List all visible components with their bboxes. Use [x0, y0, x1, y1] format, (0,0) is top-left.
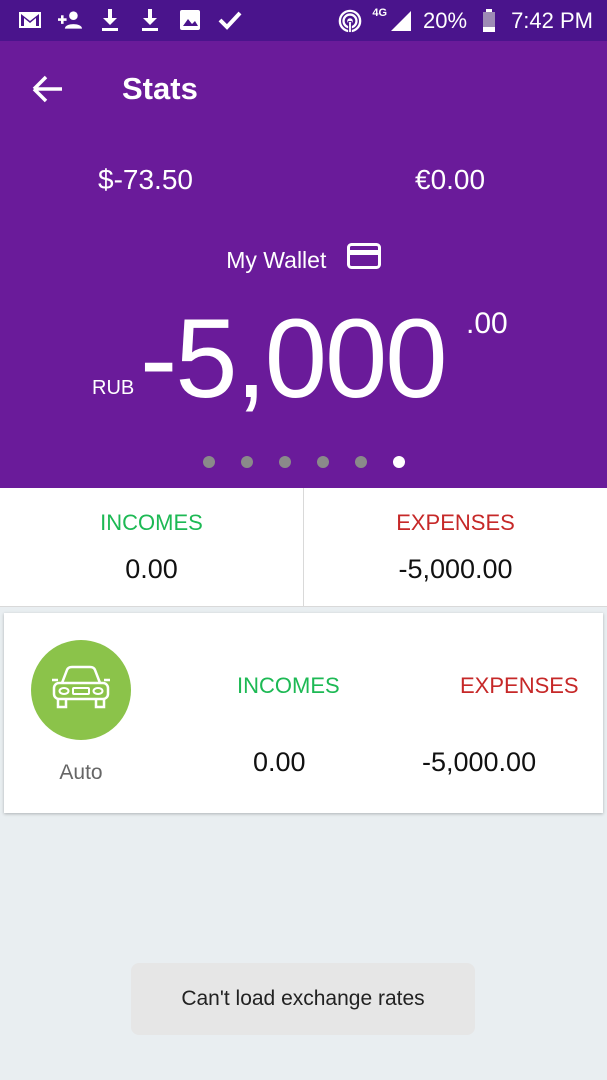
- incomes-label: INCOMES: [100, 510, 203, 535]
- expenses-total[interactable]: EXPENSES -5,000.00: [304, 488, 607, 606]
- category-expenses-label: EXPENSES: [460, 673, 579, 698]
- network-type: 4G: [372, 6, 388, 19]
- signal-icon: [389, 9, 413, 33]
- gmail-icon: [18, 8, 42, 32]
- account-balance-eur[interactable]: €0.00: [415, 164, 485, 196]
- category-incomes-value: 0.00: [253, 747, 306, 777]
- hotspot-icon: [338, 9, 362, 33]
- category-incomes-label: INCOMES: [237, 673, 340, 698]
- category-expenses-value: -5,000.00: [422, 747, 537, 777]
- totals-summary: INCOMES 0.00 EXPENSES -5,000.00: [0, 488, 607, 607]
- category-name: Auto: [59, 761, 103, 784]
- expenses-label: EXPENSES: [396, 510, 515, 535]
- page-dot-active[interactable]: [392, 456, 405, 468]
- page-dot[interactable]: [240, 456, 253, 468]
- battery-percent: 20%: [423, 7, 468, 33]
- credit-card-icon: [346, 243, 381, 275]
- add-person-icon: [58, 8, 82, 32]
- download-icon: [98, 8, 122, 32]
- balance-currency: RUB: [92, 377, 135, 399]
- image-icon: [178, 8, 202, 32]
- toast-message: Can't load exchange rates: [131, 963, 475, 1035]
- wallet-balance: RUB -5,000 .00: [0, 299, 607, 419]
- clock: 7:42 PM: [511, 7, 593, 33]
- page-indicator: [0, 455, 607, 473]
- balance-cents: .00: [466, 307, 508, 340]
- expenses-value: -5,000.00: [398, 554, 513, 584]
- page-dot[interactable]: [354, 456, 367, 468]
- balance-amount: -5,000: [140, 296, 448, 421]
- status-bar: 4G 20% 7:42 PM: [0, 0, 607, 41]
- page-title: Stats: [122, 71, 198, 106]
- page-dot[interactable]: [316, 456, 329, 468]
- category-avatar: [31, 640, 131, 740]
- page-dot[interactable]: [202, 456, 215, 468]
- check-icon: [218, 8, 242, 32]
- car-icon: [50, 663, 112, 718]
- incomes-value: 0.00: [125, 554, 178, 584]
- wallet-name: My Wallet: [226, 247, 327, 274]
- download-icon: [138, 8, 162, 32]
- stats-header: Stats $-73.50 €0.00 My Wallet RUB -5,000…: [0, 41, 607, 488]
- page-dot[interactable]: [278, 456, 291, 468]
- account-balance-usd[interactable]: $-73.50: [98, 164, 193, 196]
- wallet-selector[interactable]: My Wallet: [0, 243, 607, 278]
- category-card[interactable]: Auto INCOMES EXPENSES 0.00 -5,000.00: [4, 613, 603, 813]
- battery-icon: [477, 8, 501, 33]
- incomes-total[interactable]: INCOMES 0.00: [0, 488, 304, 606]
- back-arrow-icon[interactable]: [30, 71, 66, 107]
